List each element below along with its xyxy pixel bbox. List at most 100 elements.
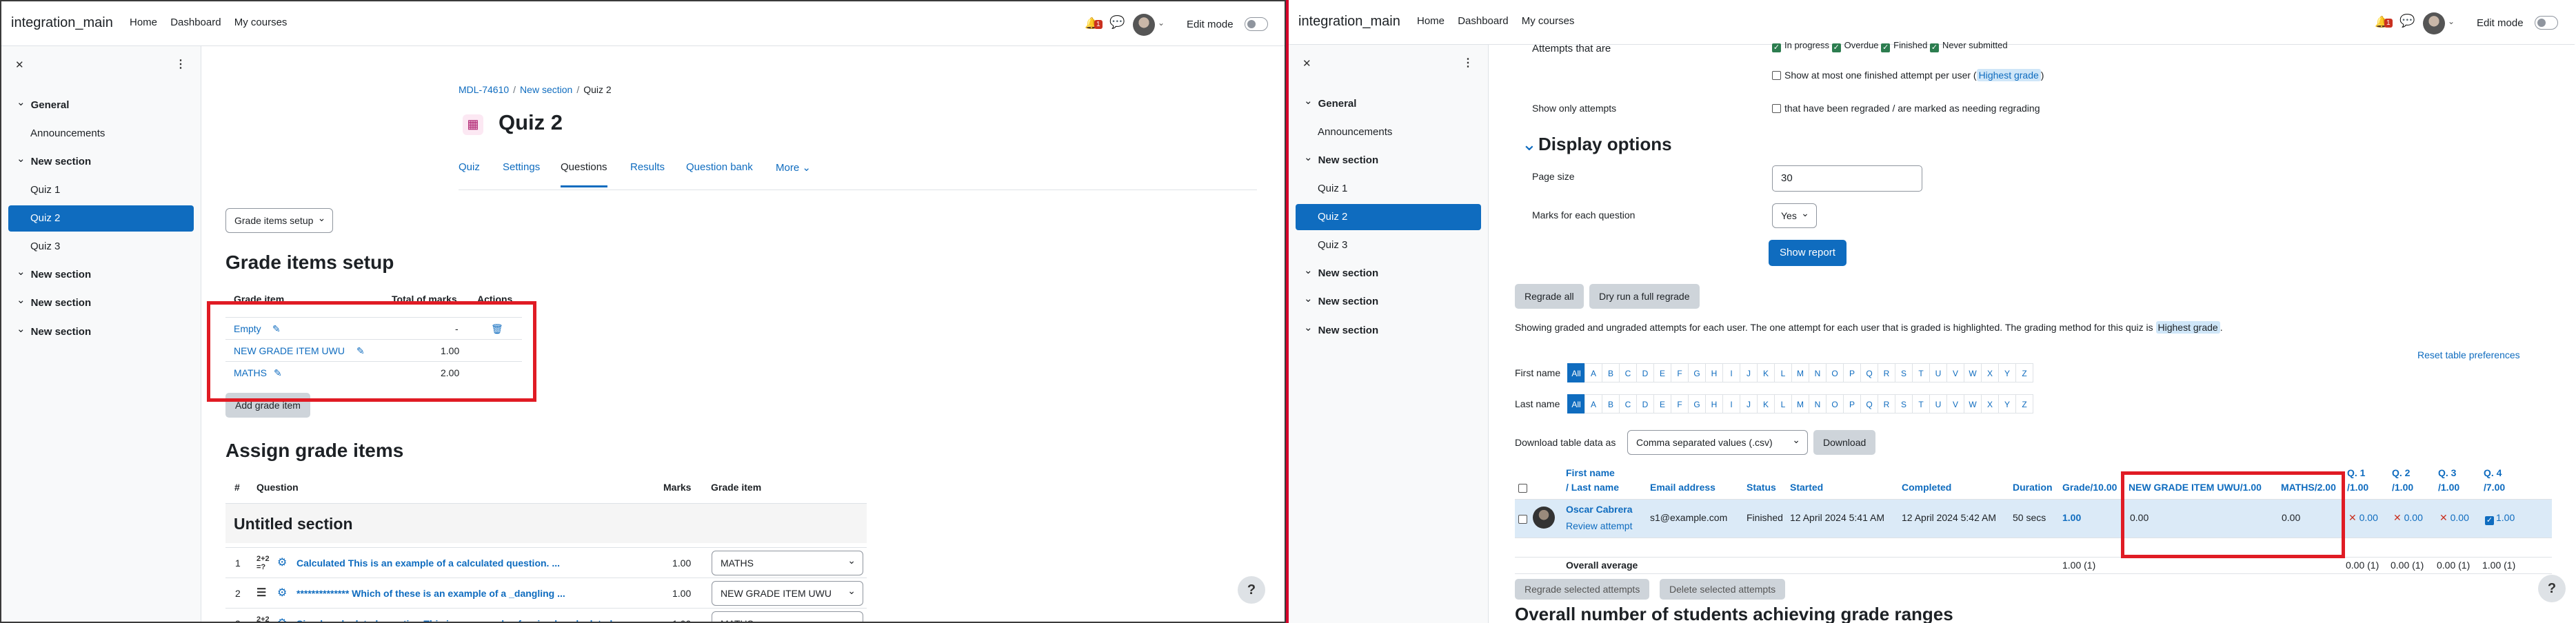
download-format-select[interactable]: Comma separated values (.csv) [1627, 428, 1808, 455]
initial-m[interactable]: M [1791, 363, 1809, 382]
initial-q[interactable]: Q [1860, 394, 1878, 413]
grade-item-select[interactable]: MATHS [712, 609, 863, 622]
initial-p[interactable]: P [1843, 394, 1861, 413]
drawer-item-quiz-2[interactable]: Quiz 2 [8, 205, 194, 232]
initial-j[interactable]: J [1740, 394, 1758, 413]
col-q1[interactable]: Q. 1 [2347, 467, 2365, 478]
reset-table-preferences-link[interactable]: Reset table preferences [2417, 349, 2520, 360]
initial-r[interactable]: R [1878, 394, 1895, 413]
drawer-section-new-section-4[interactable]: New section [8, 319, 194, 345]
initial-u[interactable]: U [1929, 363, 1947, 382]
initial-b[interactable]: B [1602, 363, 1620, 382]
initial-a[interactable]: A [1584, 363, 1602, 382]
drawer-section-general[interactable]: General [1296, 91, 1481, 117]
nav-home[interactable]: Home [1417, 15, 1445, 27]
cell-q1[interactable]: ✕ 0.00 [2348, 512, 2378, 524]
nav-dashboard[interactable]: Dashboard [170, 17, 221, 28]
initial-i[interactable]: I [1722, 363, 1740, 382]
gear-icon[interactable]: ⚙ [277, 578, 287, 609]
show-report-button[interactable]: Show report [1769, 240, 1847, 266]
initial-v[interactable]: V [1946, 394, 1964, 413]
regrade-all-button[interactable]: Regrade all [1515, 284, 1584, 309]
close-drawer-icon[interactable]: ✕ [1302, 57, 1311, 70]
question-link[interactable]: Simple calculated question This is an ex… [296, 609, 612, 622]
initial-x[interactable]: X [1981, 363, 1999, 382]
initial-c[interactable]: C [1619, 363, 1637, 382]
user-avatar[interactable] [1133, 14, 1155, 36]
col-q2[interactable]: Q. 2 [2392, 467, 2410, 478]
initial-z[interactable]: Z [2015, 363, 2033, 382]
tab-results[interactable]: Results [630, 161, 665, 173]
drawer-section-new-section-4[interactable]: New section [1296, 318, 1481, 344]
drawer-section-new-section-2[interactable]: New section [8, 262, 194, 288]
col-duration[interactable]: Duration [2013, 482, 2053, 493]
initial-r[interactable]: R [1878, 363, 1895, 382]
drawer-item-quiz-3[interactable]: Quiz 3 [8, 234, 194, 260]
initial-y[interactable]: Y [1998, 394, 2016, 413]
initial-t[interactable]: T [1912, 394, 1930, 413]
gear-icon[interactable]: ⚙ [277, 609, 287, 622]
page-size-input[interactable]: 30 [1772, 165, 1922, 192]
drawer-section-general[interactable]: General [8, 92, 194, 119]
drawer-item-quiz-3[interactable]: Quiz 3 [1296, 232, 1481, 258]
delete-selected-button[interactable]: Delete selected attempts [1660, 579, 1786, 600]
regrade-selected-button[interactable]: Regrade selected attempts [1515, 579, 1650, 600]
initial-q[interactable]: Q [1860, 363, 1878, 382]
question-link[interactable]: ************** Which of these is an exam… [296, 578, 565, 609]
help-icon[interactable]: ? [2538, 575, 2566, 602]
cell-grade[interactable]: 1.00 [2062, 512, 2081, 523]
initial-s[interactable]: S [1895, 394, 1913, 413]
initial-k[interactable]: K [1757, 394, 1775, 413]
initial-j[interactable]: J [1740, 363, 1758, 382]
user-avatar[interactable] [2423, 12, 2445, 34]
breadcrumb-course[interactable]: MDL-74610 [459, 84, 509, 95]
drawer-item-quiz-1[interactable]: Quiz 1 [8, 177, 194, 203]
checkbox-best-attempt[interactable] [1772, 71, 1781, 80]
initial-h[interactable]: H [1705, 363, 1723, 382]
initial-h[interactable]: H [1705, 394, 1723, 413]
display-options-heading[interactable]: ⌄Display options [1522, 134, 1672, 155]
drawer-menu-icon[interactable]: ⋮ [175, 57, 186, 71]
drawer-section-new-section-3[interactable]: New section [1296, 289, 1481, 315]
initial-t[interactable]: T [1912, 363, 1930, 382]
initial-l[interactable]: L [1774, 394, 1792, 413]
initial-o[interactable]: O [1826, 394, 1844, 413]
initial-e[interactable]: E [1653, 363, 1671, 382]
dry-run-regrade-button[interactable]: Dry run a full regrade [1589, 284, 1700, 309]
initial-w[interactable]: W [1964, 394, 1982, 413]
student-name-link[interactable]: Oscar Cabrera [1566, 504, 1633, 515]
edit-mode-toggle[interactable] [1245, 17, 1268, 31]
initial-n[interactable]: N [1809, 394, 1827, 413]
initial-e[interactable]: E [1653, 394, 1671, 413]
initial-i[interactable]: I [1722, 394, 1740, 413]
initial-o[interactable]: O [1826, 363, 1844, 382]
col-email[interactable]: Email address [1650, 482, 1715, 493]
initial-y[interactable]: Y [1998, 363, 2016, 382]
initial-d[interactable]: D [1636, 394, 1654, 413]
initial-x[interactable]: X [1981, 394, 1999, 413]
tab-question-bank[interactable]: Question bank [686, 161, 753, 173]
site-brand[interactable]: integration_main [11, 15, 113, 31]
tab-settings[interactable]: Settings [503, 161, 540, 173]
tab-quiz[interactable]: Quiz [459, 161, 480, 173]
attempt-checkbox[interactable] [1518, 515, 1527, 524]
initial-g[interactable]: G [1688, 363, 1706, 382]
nav-dashboard[interactable]: Dashboard [1458, 15, 1508, 27]
breadcrumb-section[interactable]: New section [520, 84, 572, 95]
nav-home[interactable]: Home [130, 17, 157, 28]
grade-items-select[interactable]: Grade items setup [225, 206, 334, 233]
initial-all[interactable]: All [1567, 363, 1585, 382]
site-brand[interactable]: integration_main [1298, 14, 1400, 30]
drawer-item-announcements[interactable]: Announcements [1296, 119, 1481, 145]
tab-more[interactable]: More ⌄ [776, 161, 811, 174]
question-link[interactable]: Calculated This is an example of a calcu… [296, 548, 560, 578]
col-q4[interactable]: Q. 4 [2484, 467, 2502, 478]
tab-questions[interactable]: Questions [561, 161, 607, 187]
marks-select[interactable]: Yes [1772, 201, 1817, 228]
drawer-section-new-section[interactable]: New section [1296, 147, 1481, 174]
initial-b[interactable]: B [1602, 394, 1620, 413]
col-q3[interactable]: Q. 3 [2438, 467, 2456, 478]
initial-k[interactable]: K [1757, 363, 1775, 382]
checkbox-never-submitted[interactable]: ✓ [1929, 43, 1939, 52]
edit-mode-toggle[interactable] [2535, 16, 2558, 30]
